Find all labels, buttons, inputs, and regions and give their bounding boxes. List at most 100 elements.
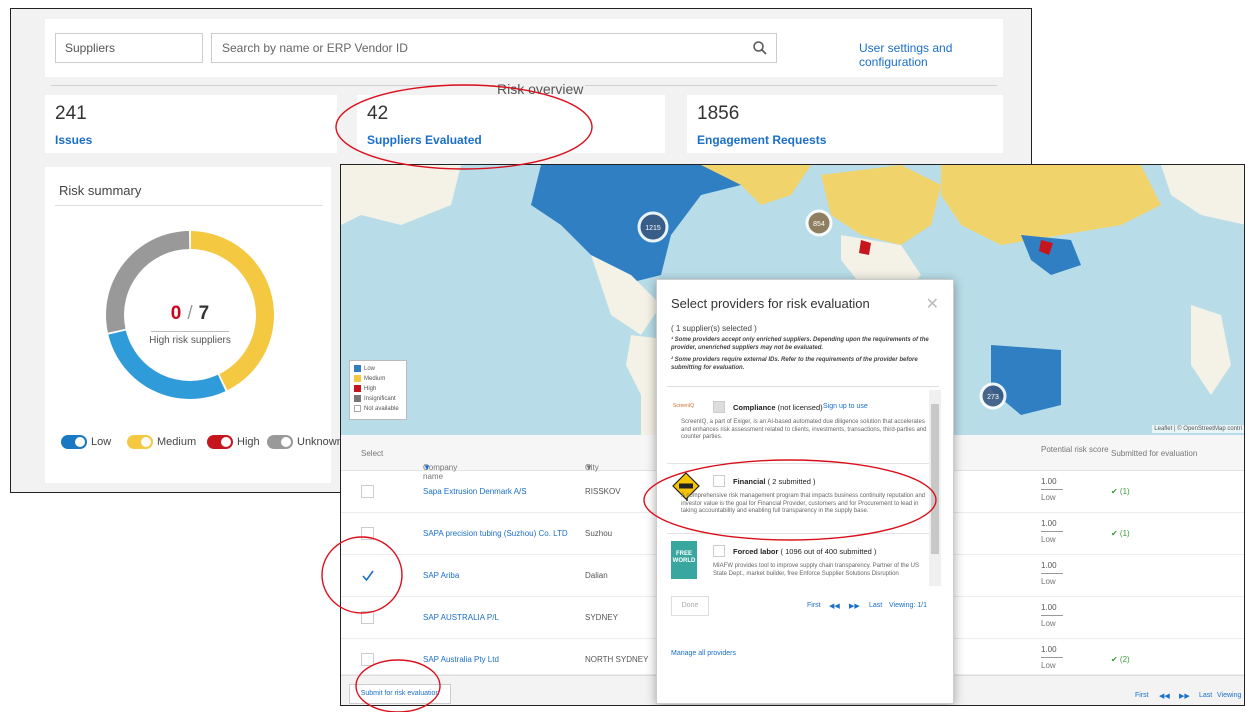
provider-note-2: ² Some providers require external IDs. R…	[671, 357, 918, 371]
manage-all-providers-link[interactable]: Manage all providers	[671, 650, 736, 657]
done-button[interactable]: Done	[671, 596, 709, 616]
map-cluster-label: 273	[987, 394, 999, 401]
risk-score-divider	[1041, 573, 1063, 574]
city-cell: Dalian	[585, 571, 608, 580]
stat-label-engagement-requests[interactable]: Engagement Requests	[697, 133, 826, 147]
stat-value: 1856	[697, 103, 740, 124]
company-link[interactable]: SAP AUSTRALIA P/L	[423, 613, 499, 622]
user-settings-link[interactable]: User settings and configuration	[859, 41, 1003, 69]
submit-for-risk-evaluation-button[interactable]: Submit for risk evaluation	[349, 684, 451, 704]
suppliers-select[interactable]: Suppliers	[55, 33, 203, 63]
row-checkbox-checked[interactable]	[361, 569, 374, 582]
submitted-cell: ✔ (1)	[1111, 529, 1130, 538]
stat-value: 42	[367, 103, 389, 124]
toggle-high[interactable]	[207, 435, 233, 449]
pager-viewing: Viewing	[1217, 692, 1242, 699]
ratio-divider	[151, 331, 229, 332]
screenshot-stage: Suppliers Search by name or ERP Vendor I…	[0, 0, 1245, 712]
close-icon[interactable]: ✕	[926, 294, 939, 314]
risk-score: 1.00	[1041, 603, 1057, 612]
search-icon[interactable]	[752, 40, 768, 56]
risk-level: Low	[1041, 619, 1056, 628]
high-risk-count: 0	[170, 303, 182, 324]
top-bar: Suppliers Search by name or ERP Vendor I…	[45, 19, 1003, 77]
map-legend-item: Medium	[354, 374, 402, 384]
pager-next[interactable]: ▶▶	[1179, 692, 1190, 700]
company-link[interactable]: SAPA precision tubing (Suzhou) Co. LTD	[423, 529, 568, 538]
sign-up-link[interactable]: Sign up to use	[823, 403, 868, 410]
provider-forced-labor: FREE WORLD Forced labor ( 1096 out of 40…	[667, 541, 939, 582]
company-link[interactable]: SAP Ariba	[423, 571, 459, 580]
high-risk-caption: High risk suppliers	[149, 335, 231, 346]
modal-pager-last[interactable]: Last	[869, 602, 882, 609]
screeniq-logo: ScreenIQ	[673, 403, 695, 409]
risk-score-divider	[1041, 615, 1063, 616]
map-cluster-label: 854	[813, 221, 825, 228]
risk-level: Low	[1041, 661, 1056, 670]
high-risk-ratio: 0/7	[149, 303, 231, 325]
modal-pager-next[interactable]: ▶▶	[849, 602, 860, 610]
risk-score-divider	[1041, 531, 1063, 532]
modal-pager-prev[interactable]: ◀◀	[829, 602, 840, 610]
toggle-unknown[interactable]	[267, 435, 293, 449]
risk-score: 1.00	[1041, 477, 1057, 486]
modal-pager-viewing: Viewing: 1/1	[889, 602, 928, 609]
provider-checkbox[interactable]	[713, 475, 725, 487]
provider-divider	[667, 463, 939, 464]
provider-financial: Financial ( 2 submitted ) A comprehensiv…	[667, 471, 939, 535]
risk-score: 1.00	[1041, 561, 1057, 570]
risk-level: Low	[1041, 577, 1056, 586]
provider-checkbox[interactable]	[713, 401, 725, 413]
provider-checkbox[interactable]	[713, 545, 725, 557]
search-input[interactable]: Search by name or ERP Vendor ID	[211, 33, 777, 63]
stat-label-suppliers-evaluated[interactable]: Suppliers Evaluated	[367, 133, 482, 147]
pager-last[interactable]: Last	[1199, 692, 1212, 699]
map-legend: Low Medium High Insignificant Not availa…	[349, 360, 407, 420]
provider-description: A comprehensive risk management program …	[681, 493, 926, 514]
submitted-cell: ✔ (1)	[1111, 487, 1130, 496]
scrollbar-thumb[interactable]	[931, 404, 939, 554]
header-submitted: Submitted for evaluation	[1111, 449, 1198, 458]
provider-name: Compliance (not licensed)	[733, 403, 823, 412]
toggle-unknown-label: Unknown	[297, 436, 343, 448]
toggle-medium[interactable]	[127, 435, 153, 449]
company-link[interactable]: SAP Australia Pty Ltd	[423, 655, 499, 664]
risk-toggle-row: Low Medium High Unknown	[61, 431, 343, 453]
modal-pager-first[interactable]: First	[807, 602, 821, 609]
map-legend-item: Not available	[354, 404, 402, 414]
map-legend-item: Low	[354, 364, 402, 374]
map-cluster-label: 1215	[645, 225, 661, 232]
risk-score-divider	[1041, 657, 1063, 658]
map-legend-item: High	[354, 384, 402, 394]
row-checkbox[interactable]	[361, 653, 374, 666]
submitted-cell: ✔ (2)	[1111, 655, 1130, 664]
header-risk-score[interactable]: Potential risk score	[1041, 445, 1109, 454]
stat-card-issues[interactable]: 241 Issues	[45, 95, 337, 153]
stat-label-issues[interactable]: Issues	[55, 133, 92, 147]
city-cell: NORTH SYDNEY	[585, 655, 649, 664]
toggle-medium-label: Medium	[157, 436, 197, 448]
toggle-low[interactable]	[61, 435, 87, 449]
provider-list-scrollbar[interactable]	[929, 390, 941, 586]
city-cell: SYDNEY	[585, 613, 618, 622]
stat-card-engagement-requests[interactable]: 1856 Engagement Requests	[687, 95, 1003, 153]
pager-first[interactable]: First	[1135, 692, 1149, 699]
select-providers-modal: Select providers for risk evaluation ✕ (…	[656, 279, 954, 704]
toggle-low-label: Low	[91, 436, 112, 448]
map-attribution[interactable]: Leaflet | © OpenStreetMap contri	[1152, 425, 1244, 433]
pager-prev[interactable]: ◀◀	[1159, 692, 1170, 700]
provider-compliance: ScreenIQ Compliance (not licensed) Sign …	[667, 401, 939, 465]
risk-level: Low	[1041, 535, 1056, 544]
row-checkbox[interactable]	[361, 485, 374, 498]
row-checkbox[interactable]	[361, 611, 374, 624]
row-checkbox[interactable]	[361, 527, 374, 540]
provider-list: ScreenIQ Compliance (not licensed) Sign …	[667, 386, 939, 582]
risk-level: Low	[1041, 493, 1056, 502]
provider-name: Forced labor ( 1096 out of 400 submitted…	[733, 547, 877, 556]
selected-count: ( 1 supplier(s) selected )	[671, 324, 757, 333]
stat-card-suppliers-evaluated[interactable]: 42 Suppliers Evaluated	[357, 95, 665, 153]
risk-score: 1.00	[1041, 519, 1057, 528]
checkmark-icon	[362, 570, 374, 582]
risk-score: 1.00	[1041, 645, 1057, 654]
company-link[interactable]: Sapa Extrusion Denmark A/S	[423, 487, 527, 496]
